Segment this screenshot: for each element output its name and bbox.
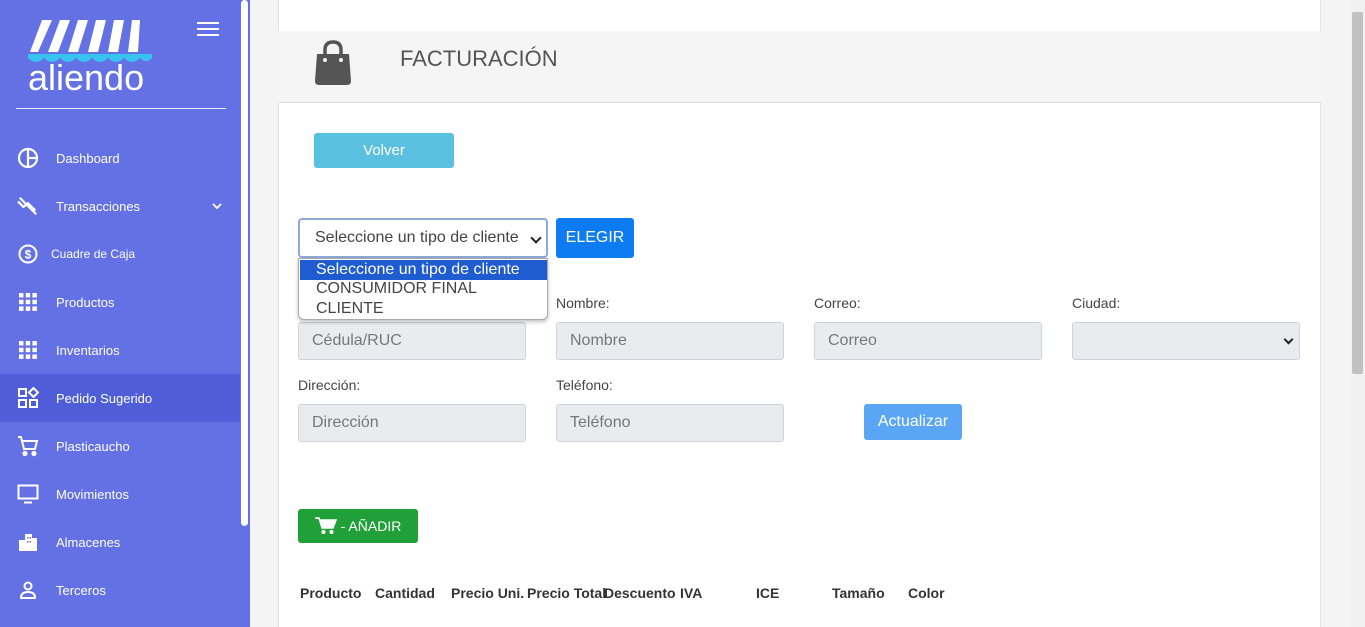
actualizar-button[interactable]: Actualizar [864,404,962,440]
sidebar-item-almacenes[interactable]: Almacenes [0,518,240,566]
svg-text:$: $ [25,248,32,262]
sidebar-item-label: Cuadre de Caja [51,247,136,261]
anadir-label: - AÑADIR [340,518,402,534]
sidebar: aliendo Dashboard Transacciones $ Cuadre… [0,0,250,627]
sidebar-item-label: Movimientos [56,486,129,502]
client-type-selected-value: Seleccione un tipo de cliente [315,229,519,246]
sidebar-item-label: Inventarios [56,342,120,358]
cart-icon [314,517,337,534]
table-header: Precio Uni. [451,585,525,601]
correo-input[interactable]: Correo [814,322,1042,360]
sidebar-item-movimientos[interactable]: Movimientos [0,470,240,518]
cart-icon [17,435,39,457]
dropdown-option[interactable]: CONSUMIDOR FINAL [300,279,547,299]
table-header: Cantidad [375,585,435,601]
sidebar-item-label: Almacenes [56,534,121,550]
sidebar-item-label: Productos [56,294,115,310]
table-header: Producto [300,585,362,601]
grid-icon [17,291,39,313]
table-header: Tamaño [832,585,885,601]
chevron-down-icon [530,232,542,244]
dropdown-option[interactable]: Seleccione un tipo de cliente [300,260,547,280]
sidebar-item-cuadre-de-caja[interactable]: $ Cuadre de Caja [0,230,240,278]
building-icon [17,531,39,553]
dashboard-icon [17,147,39,169]
anadir-button[interactable]: - AÑADIR [298,509,418,543]
menu-toggle-button[interactable] [197,22,219,40]
transactions-icon [17,195,39,217]
hamburger-icon [197,22,219,24]
monitor-icon [17,483,39,505]
nombre-input[interactable]: Nombre [556,322,784,360]
sidebar-item-dashboard[interactable]: Dashboard [0,134,240,182]
correo-label: Correo: [814,295,861,311]
sidebar-item-productos[interactable]: Productos [0,278,240,326]
dropdown-option[interactable]: CLIENTE [300,299,547,319]
sidebar-scrollbar[interactable] [241,0,248,526]
sidebar-item-inventarios[interactable]: Inventarios [0,326,240,374]
page-scrollbar-thumb[interactable] [1352,12,1363,374]
elegir-button[interactable]: ELEGIR [556,218,634,258]
table-header: Color [908,585,945,601]
page-title: FACTURACIÓN [400,46,558,71]
sidebar-divider [16,108,226,109]
nombre-label: Nombre: [556,295,610,311]
table-header: Descuento [604,585,676,601]
sidebar-item-terceros[interactable]: Terceros [0,566,240,614]
direccion-input[interactable]: Dirección [298,404,526,442]
sidebar-item-label: Transacciones [56,198,141,214]
table-header: ICE [756,585,780,601]
ciudad-label: Ciudad: [1072,295,1121,311]
direccion-label: Dirección: [298,377,361,393]
logo-text: aliendo [28,57,145,98]
chevron-down-icon [1283,334,1294,345]
table-header: IVA [680,585,703,601]
dollar-icon: $ [17,243,39,265]
shopping-bag-icon [315,40,351,85]
table-header: Precio Total [527,585,607,601]
sidebar-item-plasticaucho[interactable]: Plasticaucho [0,422,240,470]
volver-button[interactable]: Volver [314,133,454,168]
client-type-dropdown: Seleccione un tipo de cliente CONSUMIDOR… [298,258,548,320]
telefono-input[interactable]: Teléfono [556,404,784,442]
person-icon [17,579,39,601]
cedula-input[interactable]: Cédula/RUC [298,322,526,360]
chevron-down-icon [212,203,222,210]
grid-icon [17,339,39,361]
ciudad-select[interactable] [1072,322,1300,360]
sidebar-item-label: Dashboard [56,150,120,166]
sidebar-item-pedido-sugerido[interactable]: Pedido Sugerido [0,374,240,422]
telefono-label: Teléfono: [556,377,613,393]
widgets-icon [17,387,39,409]
sidebar-item-label: Terceros [56,582,106,598]
sidebar-item-label: Plasticaucho [56,438,130,454]
sidebar-item-transacciones[interactable]: Transacciones [0,182,240,230]
client-type-select[interactable]: Seleccione un tipo de cliente [298,218,548,258]
sidebar-item-label: Pedido Sugerido [56,390,153,406]
